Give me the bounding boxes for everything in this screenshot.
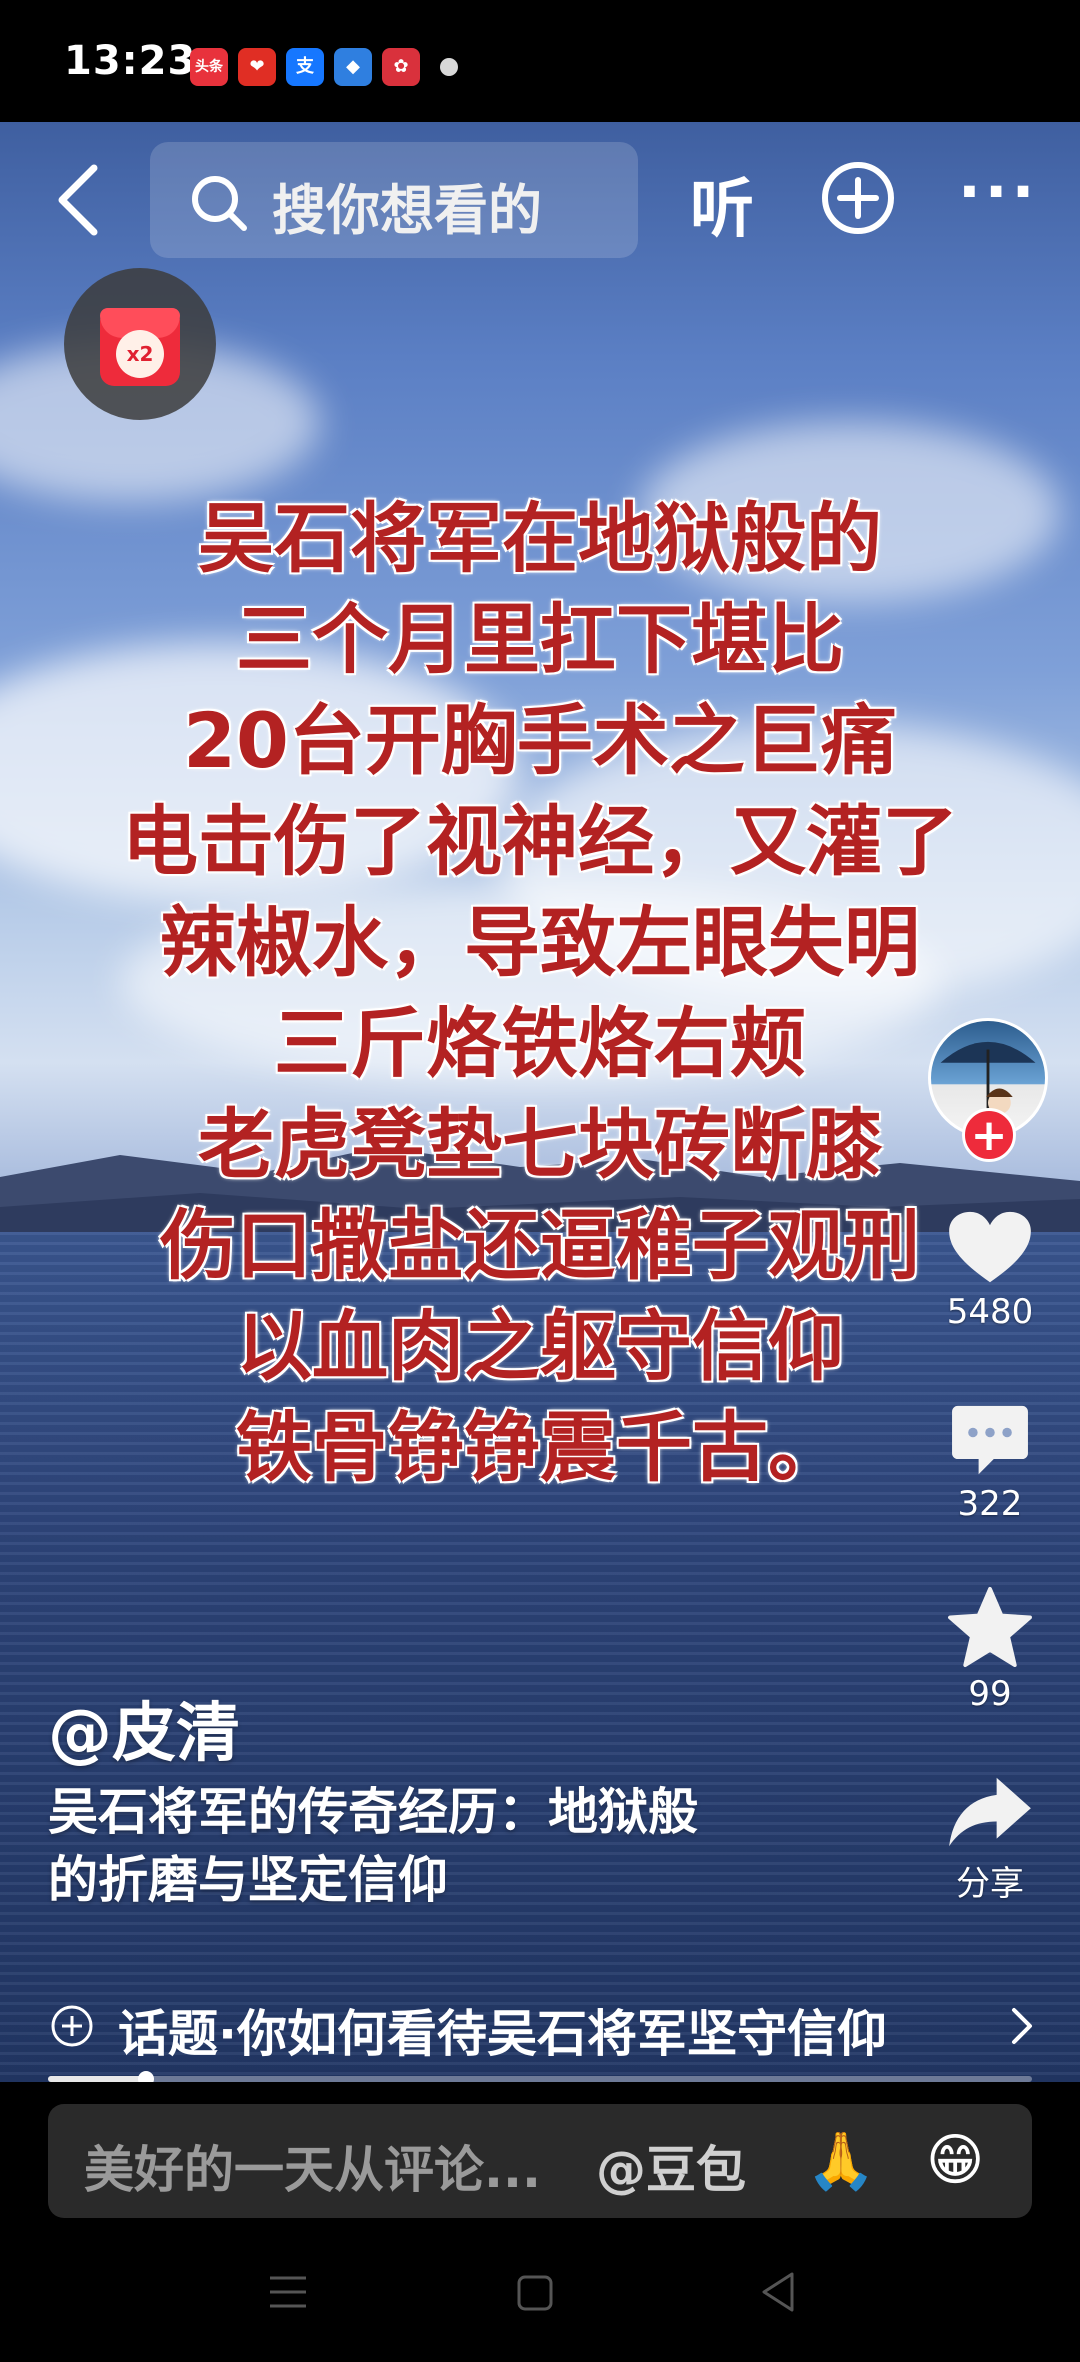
overlay-line: 三斤烙铁烙右颊 [274, 999, 806, 1088]
overlay-line: 老虎凳垫七块砖断膝 [198, 1100, 882, 1189]
app-red-icon: ✿ [382, 48, 420, 86]
red-packet-multiplier: x2 [116, 330, 164, 378]
topic-text: 话题·你如何看待吴石将军坚守信仰 [118, 2005, 887, 2063]
app-blue-icon: ◆ [334, 48, 372, 86]
comment-input[interactable]: 美好的一天从评论... @豆包 🙏 😁 [48, 2104, 1032, 2218]
like-button[interactable]: 5480 [920, 1210, 1060, 1332]
pinduoduo-icon: ❤ [238, 48, 276, 86]
topic-link[interactable]: 话题·你如何看待吴石将军坚守信仰 [40, 1990, 1040, 2063]
video-overlay-text: 吴石将军在地狱般的 三个月里扛下堪比 20台开胸手术之巨痛 电击伤了视神经，又灌… [60, 488, 1020, 1498]
overlay-line: 铁骨铮铮震千古。 [236, 1403, 844, 1492]
comment-placeholder: 美好的一天从评论... [84, 2141, 541, 2199]
comment-count: 322 [957, 1484, 1023, 1524]
nav-home-icon[interactable] [516, 2274, 554, 2312]
listen-button[interactable]: 听 [690, 158, 754, 250]
overlay-line: 电击伤了视神经，又灌了 [122, 797, 958, 886]
overlay-line: 伤口撒盐还逼稚子观刑 [160, 1201, 920, 1290]
notification-more-dot [440, 58, 458, 76]
share-button[interactable]: 分享 [920, 1774, 1060, 1905]
alipay-icon: 支 [286, 48, 324, 86]
like-count: 5480 [946, 1292, 1034, 1332]
back-icon[interactable] [50, 160, 110, 240]
nav-back-icon[interactable] [758, 2270, 798, 2314]
follow-button[interactable]: + [962, 1108, 1016, 1162]
pray-emoji-button[interactable]: 🙏 [806, 2128, 876, 2194]
status-bar: 13:23 头条 ❤ 支 ◆ ✿ [0, 0, 1080, 122]
overlay-line: 以血肉之躯守信仰 [236, 1302, 844, 1391]
comment-icon [952, 1405, 1028, 1475]
status-right-icons [676, 48, 1016, 88]
star-icon [948, 1586, 1032, 1668]
favorite-count: 99 [968, 1674, 1012, 1714]
mention-doubao-button[interactable]: @豆包 [596, 2130, 746, 2202]
search-icon [192, 176, 247, 231]
author-username[interactable]: @皮清 [48, 1682, 240, 1774]
post-caption[interactable]: 吴石将军的传奇经历：地狱般 的折磨与坚定信仰 [48, 1778, 848, 1914]
caption-line: 的折磨与坚定信仰 [48, 1851, 448, 1909]
share-arrow-icon [949, 1777, 1031, 1847]
add-topic-icon [51, 2005, 93, 2047]
overlay-line: 辣椒水，导致左眼失明 [160, 898, 920, 987]
chevron-right-icon [1012, 2008, 1032, 2044]
nav-menu-icon[interactable] [266, 2272, 310, 2312]
caption-line: 吴石将军的传奇经历：地狱般 [48, 1783, 698, 1841]
overlay-line: 三个月里扛下堪比 [236, 595, 844, 684]
overlay-line: 20台开胸手术之巨痛 [183, 696, 897, 785]
search-box[interactable]: 搜你想看的 [150, 142, 638, 258]
comment-button[interactable]: 322 [920, 1404, 1060, 1524]
more-options-button[interactable]: ··· [958, 162, 1038, 222]
overlay-line: 吴石将军在地狱般的 [198, 494, 882, 583]
add-circle-icon[interactable] [820, 160, 896, 236]
search-placeholder: 搜你想看的 [272, 179, 542, 242]
toutiao-icon: 头条 [190, 48, 228, 86]
grin-emoji-button[interactable]: 😁 [926, 2128, 984, 2193]
status-time: 13:23 [64, 38, 197, 84]
heart-icon [949, 1211, 1031, 1283]
red-packet-button[interactable]: x2 [64, 268, 216, 420]
favorite-button[interactable]: 99 [920, 1586, 1060, 1714]
share-label: 分享 [956, 1864, 1024, 1904]
